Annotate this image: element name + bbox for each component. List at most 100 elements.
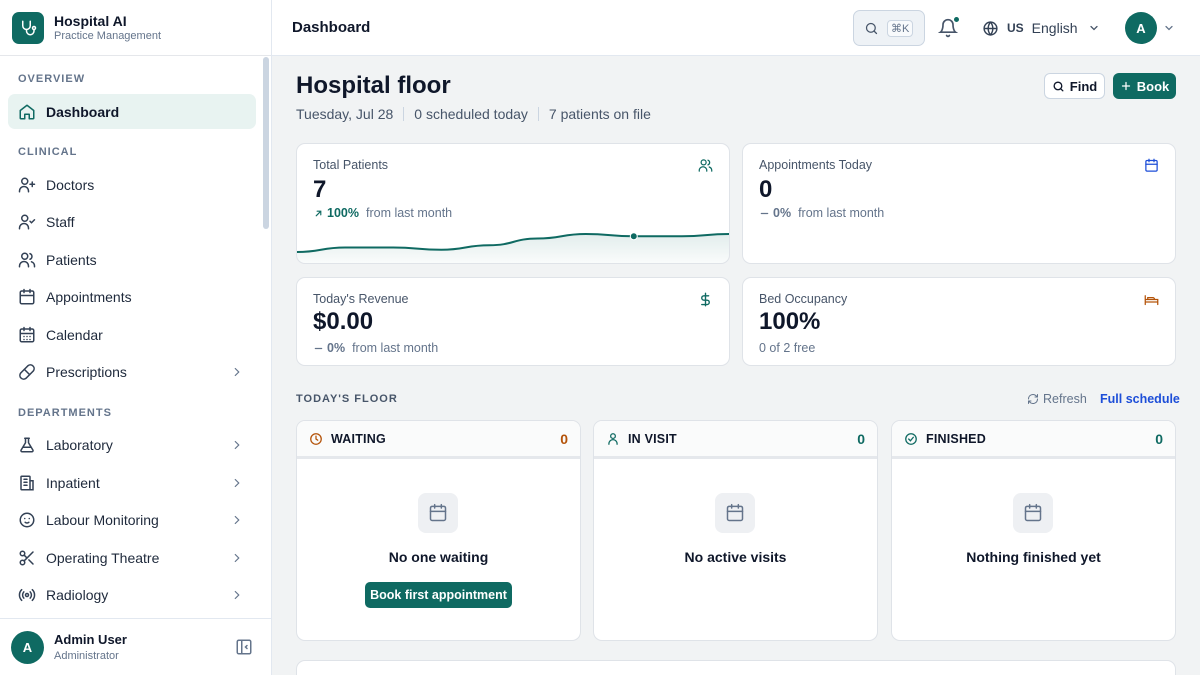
- topbar: Dashboard ⌘K US English A: [272, 0, 1200, 56]
- user-name: Admin User: [54, 632, 127, 647]
- sidebar: Hospital AI Practice Management OVERVIEW…: [0, 0, 272, 675]
- book-button[interactable]: Book: [1113, 73, 1176, 99]
- column-count: 0: [857, 430, 865, 447]
- globe-icon: [983, 20, 998, 36]
- stat-delta: 0% from last month: [313, 341, 438, 355]
- empty-state-text: No one waiting: [388, 549, 489, 565]
- meta-divider: [537, 107, 539, 121]
- sidebar-scrollbar[interactable]: [263, 57, 269, 229]
- users-icon: [18, 252, 36, 267]
- column-header: IN VISIT 0: [594, 421, 877, 459]
- floor-column-finished: FINISHED 0 Nothing finished yet: [891, 420, 1176, 641]
- notification-dot: [953, 16, 960, 23]
- stat-card-total-patients[interactable]: Total Patients 7 100% from last month: [296, 143, 730, 264]
- user-menu[interactable]: A Admin User Administrator: [0, 618, 271, 675]
- stat-delta-value: 0%: [773, 206, 792, 220]
- avatar: A: [11, 630, 44, 664]
- meta-patients: 7 patients on file: [548, 106, 651, 122]
- sidebar-item-label: Dashboard: [46, 103, 120, 120]
- refresh-button[interactable]: Refresh: [1027, 392, 1087, 406]
- sidebar-item-appointments[interactable]: Appointments: [8, 280, 256, 315]
- sidebar-item-label: Appointments: [46, 289, 132, 305]
- stat-label: Appointments Today: [759, 158, 873, 172]
- page-meta: Tuesday, Jul 28 0 scheduled today 7 pati…: [296, 106, 651, 122]
- language-code: US: [1007, 21, 1024, 35]
- radio-icon: [18, 588, 36, 602]
- sidebar-item-label: Operating Theatre: [46, 549, 160, 566]
- building-icon: [20, 475, 34, 490]
- stat-card-bed-occupancy[interactable]: Bed Occupancy 100% 0 of 2 free: [742, 277, 1176, 366]
- header-avatar[interactable]: A: [1125, 12, 1157, 44]
- user-plus-icon: [18, 177, 36, 192]
- sidebar-item-label: Doctors: [46, 176, 95, 193]
- user-icon: [608, 432, 618, 445]
- stat-card-revenue[interactable]: Today's Revenue $0.00 0% from last month: [296, 277, 730, 366]
- column-header: FINISHED 0: [892, 421, 1175, 459]
- empty-state-text: Nothing finished yet: [966, 549, 1101, 565]
- calendar-icon: [1145, 158, 1158, 172]
- user-check-icon: [18, 214, 36, 230]
- sidebar-item-operating-theatre[interactable]: Operating Theatre: [8, 540, 256, 575]
- clock-icon: [310, 432, 322, 445]
- language-selector[interactable]: US English: [982, 18, 1100, 38]
- sidebar-item-doctors[interactable]: Doctors: [8, 167, 256, 202]
- search-icon: [865, 22, 878, 34]
- stat-delta-value: 100%: [327, 206, 359, 220]
- column-header: WAITING 0: [297, 421, 580, 459]
- stat-card-appointments-today[interactable]: Appointments Today 0 0% from last month: [742, 143, 1176, 264]
- scissors-icon: [19, 550, 34, 565]
- section-title-todays-floor: TODAY'S FLOOR: [296, 393, 398, 405]
- calendar-days-icon: [19, 326, 35, 342]
- sidebar-item-laboratory[interactable]: Laboratory: [8, 428, 256, 463]
- sidebar-item-inpatient[interactable]: Inpatient: [8, 465, 256, 500]
- sparkline-point: [629, 232, 638, 241]
- pill-icon: [19, 364, 35, 380]
- meta-date: Tuesday, Jul 28: [296, 106, 394, 122]
- section-label-departments: DEPARTMENTS: [18, 406, 112, 419]
- sidebar-nav: OVERVIEW Dashboard CLINICAL Doctors Staf…: [0, 56, 264, 618]
- stat-value: 0: [759, 176, 773, 203]
- sidebar-item-staff[interactable]: Staff: [8, 205, 256, 240]
- empty-state-text: No active visits: [684, 549, 787, 565]
- stat-sub: 0 of 2 free: [759, 341, 816, 355]
- topbar-title: Dashboard: [292, 19, 371, 36]
- sidebar-item-label: Patients: [46, 251, 97, 268]
- sidebar-item-prescriptions[interactable]: Prescriptions: [8, 355, 256, 390]
- sidebar-item-labour-monitoring[interactable]: Labour Monitoring: [8, 503, 256, 538]
- search-icon: [1053, 80, 1064, 92]
- sidebar-collapse-icon[interactable]: [235, 638, 253, 656]
- minus-icon: [314, 347, 323, 349]
- section-label-overview: OVERVIEW: [18, 73, 86, 85]
- floor-column-in-visit: IN VISIT 0 No active visits: [593, 420, 878, 641]
- sidebar-item-calendar[interactable]: Calendar: [8, 317, 256, 352]
- language-label: English: [1031, 20, 1078, 36]
- sidebar-item-label: Staff: [46, 214, 75, 230]
- stat-value: 100%: [759, 308, 821, 335]
- stat-label: Total Patients: [313, 158, 389, 172]
- sidebar-item-label: Calendar: [46, 326, 103, 343]
- find-button[interactable]: Find: [1044, 73, 1105, 99]
- sidebar-item-label: Laboratory: [46, 437, 113, 453]
- stat-delta-value: 0%: [327, 341, 346, 355]
- brand[interactable]: Hospital AI Practice Management: [0, 0, 271, 56]
- full-schedule-link[interactable]: Full schedule: [1100, 392, 1180, 406]
- chevron-right-icon: [234, 515, 240, 525]
- book-first-appointment-button[interactable]: Book first appointment: [365, 582, 512, 608]
- sparkline-chart: [297, 232, 729, 263]
- home-icon: [19, 104, 35, 119]
- chevron-right-icon: [234, 440, 240, 450]
- chevron-down-icon: [1089, 25, 1098, 31]
- sidebar-item-label: Labour Monitoring: [46, 512, 159, 528]
- search-button[interactable]: ⌘K: [853, 10, 925, 46]
- section-label-clinical: CLINICAL: [18, 146, 78, 158]
- sparkline-area: [297, 234, 729, 263]
- sidebar-item-dashboard[interactable]: Dashboard: [8, 94, 256, 129]
- column-count: 0: [1155, 430, 1163, 447]
- chevron-right-icon: [234, 553, 240, 562]
- sidebar-item-radiology[interactable]: Radiology: [8, 578, 256, 613]
- chevron-down-icon[interactable]: [1163, 22, 1175, 34]
- column-title: IN VISIT: [628, 431, 677, 446]
- sidebar-item-patients[interactable]: Patients: [8, 242, 256, 277]
- stat-label: Bed Occupancy: [759, 292, 848, 306]
- baby-icon: [19, 512, 35, 528]
